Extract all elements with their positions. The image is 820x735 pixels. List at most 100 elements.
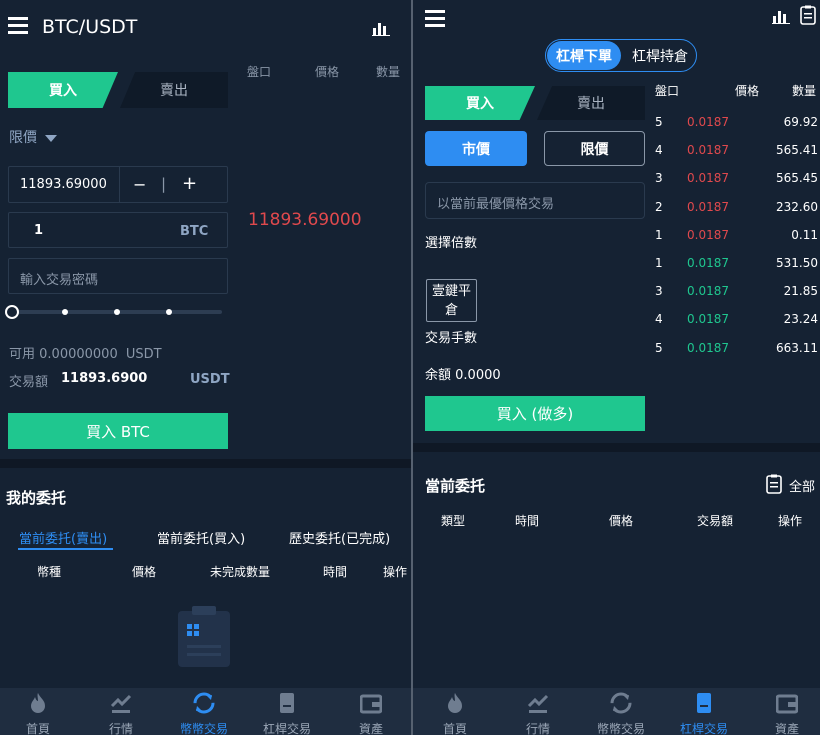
orderbook-qty: 531.50 (776, 256, 818, 270)
nav-assets-label: 資產 (774, 722, 799, 735)
price-input[interactable]: 11893.69000 (20, 177, 107, 192)
orders-icon[interactable] (800, 5, 816, 25)
caret-down-icon (45, 134, 58, 142)
orderbook-header-level: 盤口 (247, 65, 272, 79)
orderbook-qty: 23.24 (783, 312, 818, 327)
orderbook-level: 3 (655, 171, 663, 186)
leverage-mode-toggle: 杠桿下單 杠桿持倉 (545, 39, 697, 72)
nav-market[interactable]: 行情 (81, 688, 161, 735)
order-tab-buy[interactable]: 當前委托(買入) (157, 528, 245, 547)
empty-clipboard-icon (176, 605, 232, 669)
nav-leverage[interactable]: 杠桿交易 (247, 688, 327, 735)
orderbook-level: 1 (655, 227, 663, 242)
orderbook-header-price: 價格 (315, 65, 340, 79)
nav-home-label: 首頁 (442, 722, 467, 735)
col-type: 類型 (441, 514, 466, 528)
available-row: 可用 0.00000000 USDT (9, 343, 162, 362)
bid-row[interactable]: 1 0.0187 531.50 (413, 249, 820, 277)
ask-row[interactable]: 3 0.0187 565.45 (413, 164, 820, 192)
col-action: 操作 (383, 565, 408, 579)
swap-icon (193, 692, 215, 714)
nav-home-label: 首頁 (25, 722, 50, 735)
market-icon (110, 694, 132, 713)
order-tab-sell[interactable]: 當前委托(賣出) (19, 528, 107, 547)
menu-icon[interactable] (8, 17, 28, 35)
pair-title[interactable]: BTC/USDT (42, 16, 137, 38)
current-orders-title: 當前委托 (425, 477, 486, 495)
order-type-label: 限價 (9, 130, 37, 146)
nav-spot[interactable]: 幣幣交易 (581, 688, 661, 735)
toggle-positions[interactable]: 杠桿持倉 (624, 41, 696, 70)
fire-icon (31, 693, 45, 713)
all-orders-link[interactable]: 全部 (766, 474, 820, 496)
chart-icon[interactable] (772, 8, 790, 24)
price-stepper: 11893.69000 − | + (8, 166, 228, 203)
sell-tab[interactable]: 賣出 (120, 72, 228, 108)
nav-leverage[interactable]: 杠桿交易 (664, 688, 744, 735)
slider-handle[interactable] (5, 305, 19, 319)
chart-icon[interactable] (372, 20, 390, 36)
orderbook-level: 4 (655, 143, 663, 158)
buy-btc-button[interactable]: 買入 BTC (8, 413, 228, 449)
ask-row[interactable]: 1 0.0187 0.11 (413, 221, 820, 249)
amount-value: 1 (34, 223, 44, 238)
swap-icon (610, 692, 632, 714)
nav-spot-label: 幣幣交易 (596, 722, 645, 735)
clipboard-icon (766, 474, 782, 494)
orderbook-level: 1 (655, 256, 663, 270)
nav-leverage-label: 杠桿交易 (679, 722, 728, 735)
orderbook-price: 0.0187 (687, 115, 729, 129)
slider-mark-25[interactable] (62, 309, 68, 315)
nav-market-label: 行情 (108, 722, 133, 735)
all-orders-label: 全部 (789, 480, 816, 495)
bid-row[interactable]: 3 0.0187 21.85 (413, 277, 820, 305)
nav-market[interactable]: 行情 (498, 688, 578, 735)
nav-assets[interactable]: 資產 (747, 688, 820, 735)
password-placeholder: 輸入交易密碼 (20, 273, 99, 288)
buy-tab[interactable]: 買入 (8, 72, 118, 108)
orderbook-price: 0.0187 (687, 284, 729, 299)
slider-mark-75[interactable] (166, 309, 172, 315)
nav-assets-label: 資產 (358, 722, 383, 735)
section-separator (413, 443, 820, 452)
col-price: 價格 (609, 514, 634, 528)
menu-icon[interactable] (425, 10, 445, 27)
leverage-trade-panel: 杠桿下單 杠桿持倉 買入 賣出 市價 限價 以當前最優價格交易 選擇倍數 壹鍵平… (413, 0, 820, 735)
nav-spot[interactable]: 幣幣交易 (164, 688, 244, 735)
toggle-order[interactable]: 杠桿下單 (547, 41, 621, 70)
orderbook-qty: 663.11 (776, 340, 818, 355)
orderbook-qty: 565.45 (776, 171, 818, 186)
orderbook-header-level: 盤口 (655, 84, 680, 98)
nav-home[interactable]: 首頁 (0, 688, 78, 735)
col-unfilled: 未完成數量 (210, 565, 271, 579)
market-icon (527, 694, 549, 713)
orderbook-header-qty: 數量 (376, 65, 401, 79)
decrement-button[interactable]: − (133, 175, 146, 194)
wallet-icon (360, 694, 382, 714)
password-field[interactable]: 輸入交易密碼 (8, 258, 228, 294)
available-unit: USDT (125, 347, 162, 362)
ask-row[interactable]: 5 0.0187 69.92 (413, 108, 820, 136)
nav-assets[interactable]: 資產 (331, 688, 411, 735)
bid-row[interactable]: 4 0.0187 23.24 (413, 305, 820, 333)
ask-row[interactable]: 2 0.0187 232.60 (413, 193, 820, 221)
amount-unit: BTC (180, 224, 209, 239)
increment-button[interactable]: + (182, 173, 197, 194)
orderbook-price: 0.0187 (687, 143, 729, 158)
amount-field[interactable]: 1 BTC (8, 212, 228, 248)
bid-row[interactable]: 5 0.0187 663.11 (413, 334, 820, 362)
orderbook-qty: 0.11 (791, 227, 818, 242)
ask-row[interactable]: 4 0.0187 565.41 (413, 136, 820, 164)
orderbook-level: 2 (655, 199, 663, 214)
orderbook-price: 0.0187 (687, 171, 729, 186)
orderbook-price: 0.0187 (687, 256, 729, 270)
orderbook-price: 0.0187 (687, 227, 729, 242)
buy-long-button[interactable]: 買入 (做多) (425, 396, 645, 431)
order-type-select[interactable]: 限價 (9, 127, 58, 147)
slider-mark-50[interactable] (114, 309, 120, 315)
spot-trade-panel: BTC/USDT 買入 賣出 盤口 價格 數量 限價 11893.69000 −… (0, 0, 411, 735)
nav-home[interactable]: 首頁 (415, 688, 495, 735)
order-tab-history[interactable]: 歷史委托(已完成) (289, 528, 390, 547)
bottom-nav: 首頁 行情 幣幣交易 杠桿交易 資產 (413, 688, 820, 735)
orderbook-level: 3 (655, 284, 663, 299)
